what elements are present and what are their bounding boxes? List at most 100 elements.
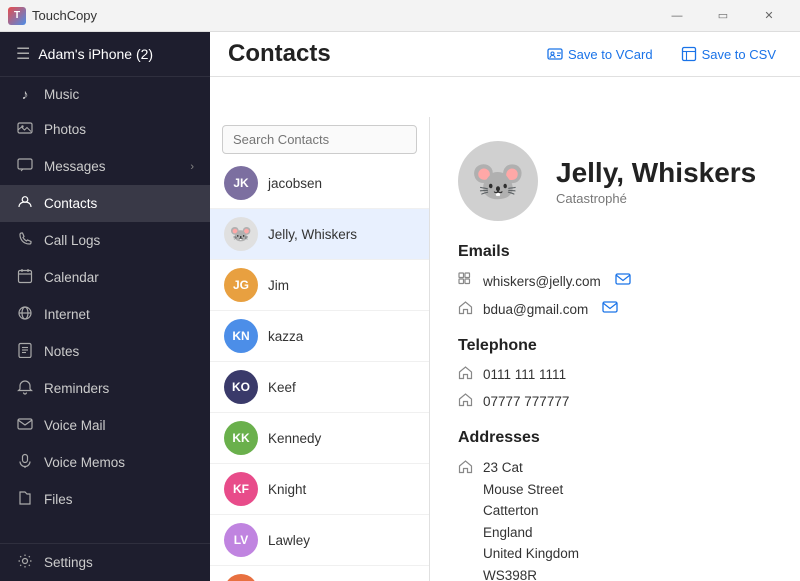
internet-icon <box>16 305 34 324</box>
home-icon-phone2 <box>458 392 473 411</box>
files-icon <box>16 490 34 509</box>
sidebar-item-messages[interactable]: Messages › <box>0 148 210 185</box>
contact-item-jim[interactable]: JG Jim <box>210 260 429 311</box>
reminders-icon <box>16 379 34 398</box>
sidebar-label-photos: Photos <box>44 122 86 137</box>
sidebar-item-files[interactable]: Files <box>0 481 210 518</box>
save-vcard-label: Save to VCard <box>568 47 653 62</box>
sidebar-label-settings: Settings <box>44 555 93 570</box>
home-icon-address1 <box>458 459 473 478</box>
contacts-list: JK jacobsen 🐭 Jelly, Whiskers JG Jim KN … <box>210 158 429 581</box>
email-link-icon-2[interactable] <box>602 299 618 319</box>
sidebar-label-voice-memos: Voice Memos <box>44 455 125 470</box>
sidebar-label-messages: Messages <box>44 159 106 174</box>
contact-name-jelly-whiskers: Jelly, Whiskers <box>268 227 357 242</box>
sidebar-label-calendar: Calendar <box>44 270 99 285</box>
sidebar-label-files: Files <box>44 492 73 507</box>
sidebar-label-reminders: Reminders <box>44 381 109 396</box>
save-vcard-button[interactable]: Save to VCard <box>539 42 661 67</box>
home-icon-email2 <box>458 300 473 319</box>
sidebar-label-contacts: Contacts <box>44 196 97 211</box>
app-name: TouchCopy <box>32 8 97 23</box>
sidebar-item-call-logs[interactable]: Call Logs <box>0 222 210 259</box>
contact-item-leathen[interactable]: LH Leathen <box>210 566 429 581</box>
sidebar-item-settings[interactable]: Settings <box>0 544 210 581</box>
voice-mail-icon <box>16 416 34 435</box>
sidebar-label-voice-mail: Voice Mail <box>44 418 106 433</box>
address-line-4: England <box>483 522 579 544</box>
contact-name-jacobsen: jacobsen <box>268 176 322 191</box>
contact-item-jelly-whiskers[interactable]: 🐭 Jelly, Whiskers <box>210 209 429 260</box>
emails-title: Emails <box>458 243 772 261</box>
avatar-kennedy: KK <box>224 421 258 455</box>
contact-name-kennedy: Kennedy <box>268 431 321 446</box>
address-line-6: WS398R <box>483 565 579 581</box>
call-logs-icon <box>16 231 34 250</box>
detail-avatar: 🐭 <box>458 141 538 221</box>
maximize-button[interactable]: ▭ <box>700 0 746 32</box>
sidebar-item-contacts[interactable]: Contacts <box>0 185 210 222</box>
contacts-title: Contacts <box>228 40 331 68</box>
contact-name-jim: Jim <box>268 278 289 293</box>
sidebar-item-calendar[interactable]: Calendar <box>0 259 210 296</box>
avatar-jelly-whiskers: 🐭 <box>224 217 258 251</box>
detail-panel: 🐭 Jelly, Whiskers Catastrophé Emails whi… <box>430 117 800 581</box>
contact-item-knight[interactable]: KF Knight <box>210 464 429 515</box>
sidebar-item-voice-memos[interactable]: Voice Memos <box>0 444 210 481</box>
sidebar: ☰ Adam's iPhone (2) ♪ Music Photos Messa… <box>0 32 210 581</box>
sidebar-label-call-logs: Call Logs <box>44 233 100 248</box>
save-csv-button[interactable]: Save to CSV <box>673 42 784 67</box>
music-icon: ♪ <box>16 86 34 102</box>
close-button[interactable]: ✕ <box>746 0 792 32</box>
grid-icon <box>458 272 473 291</box>
contacts-panel: JK jacobsen 🐭 Jelly, Whiskers JG Jim KN … <box>210 117 430 581</box>
emails-section: Emails whiskers@jelly.com <box>458 243 772 319</box>
voice-memos-icon <box>16 453 34 472</box>
minimize-button[interactable]: — <box>654 0 700 32</box>
address-line-5: United Kingdom <box>483 543 579 565</box>
window-controls: — ▭ ✕ <box>654 0 792 32</box>
email-value-1: whiskers@jelly.com <box>483 274 601 289</box>
contact-item-jacobsen[interactable]: JK jacobsen <box>210 158 429 209</box>
contact-name-lawley: Lawley <box>268 533 310 548</box>
calendar-icon <box>16 268 34 287</box>
address-lines: 23 Cat Mouse Street Catterton England Un… <box>483 457 579 581</box>
title-bar: T TouchCopy — ▭ ✕ <box>0 0 800 32</box>
sidebar-label-notes: Notes <box>44 344 79 359</box>
sidebar-label-music: Music <box>44 87 79 102</box>
email-value-2: bdua@gmail.com <box>483 302 588 317</box>
contact-name-kazza: kazza <box>268 329 303 344</box>
sidebar-item-voice-mail[interactable]: Voice Mail <box>0 407 210 444</box>
address-line-3: Catterton <box>483 500 579 522</box>
address-line-1: 23 Cat <box>483 457 579 479</box>
hamburger-icon[interactable]: ☰ <box>16 44 30 64</box>
avatar-knight: KF <box>224 472 258 506</box>
avatar-keef: KO <box>224 370 258 404</box>
sidebar-item-photos[interactable]: Photos <box>0 111 210 148</box>
search-input[interactable] <box>222 125 417 154</box>
phone-value-1: 0111 111 1111 <box>483 367 566 382</box>
contact-item-keef[interactable]: KO Keef <box>210 362 429 413</box>
sidebar-item-notes[interactable]: Notes <box>0 333 210 370</box>
sidebar-item-reminders[interactable]: Reminders <box>0 370 210 407</box>
right-inner: JK jacobsen 🐭 Jelly, Whiskers JG Jim KN … <box>210 77 800 581</box>
email-link-icon-1[interactable] <box>615 271 631 291</box>
sidebar-footer: Settings <box>0 543 210 581</box>
detail-subtitle: Catastrophé <box>556 191 756 206</box>
vcard-icon <box>547 46 563 63</box>
contact-item-lawley[interactable]: LV Lawley <box>210 515 429 566</box>
avatar-jim: JG <box>224 268 258 302</box>
telephone-section: Telephone 0111 111 1111 07777 777777 <box>458 337 772 411</box>
device-name: Adam's iPhone (2) <box>38 46 153 62</box>
app-body: ☰ Adam's iPhone (2) ♪ Music Photos Messa… <box>0 32 800 581</box>
detail-name-block: Jelly, Whiskers Catastrophé <box>556 157 756 206</box>
settings-icon <box>16 553 34 572</box>
contacts-icon <box>16 194 34 213</box>
messages-icon <box>16 157 34 176</box>
sidebar-item-music[interactable]: ♪ Music <box>0 77 210 111</box>
contact-item-kazza[interactable]: KN kazza <box>210 311 429 362</box>
contact-item-kennedy[interactable]: KK Kennedy <box>210 413 429 464</box>
phone-row-1: 0111 111 1111 <box>458 365 772 384</box>
app-icon: T <box>8 7 26 25</box>
sidebar-item-internet[interactable]: Internet <box>0 296 210 333</box>
